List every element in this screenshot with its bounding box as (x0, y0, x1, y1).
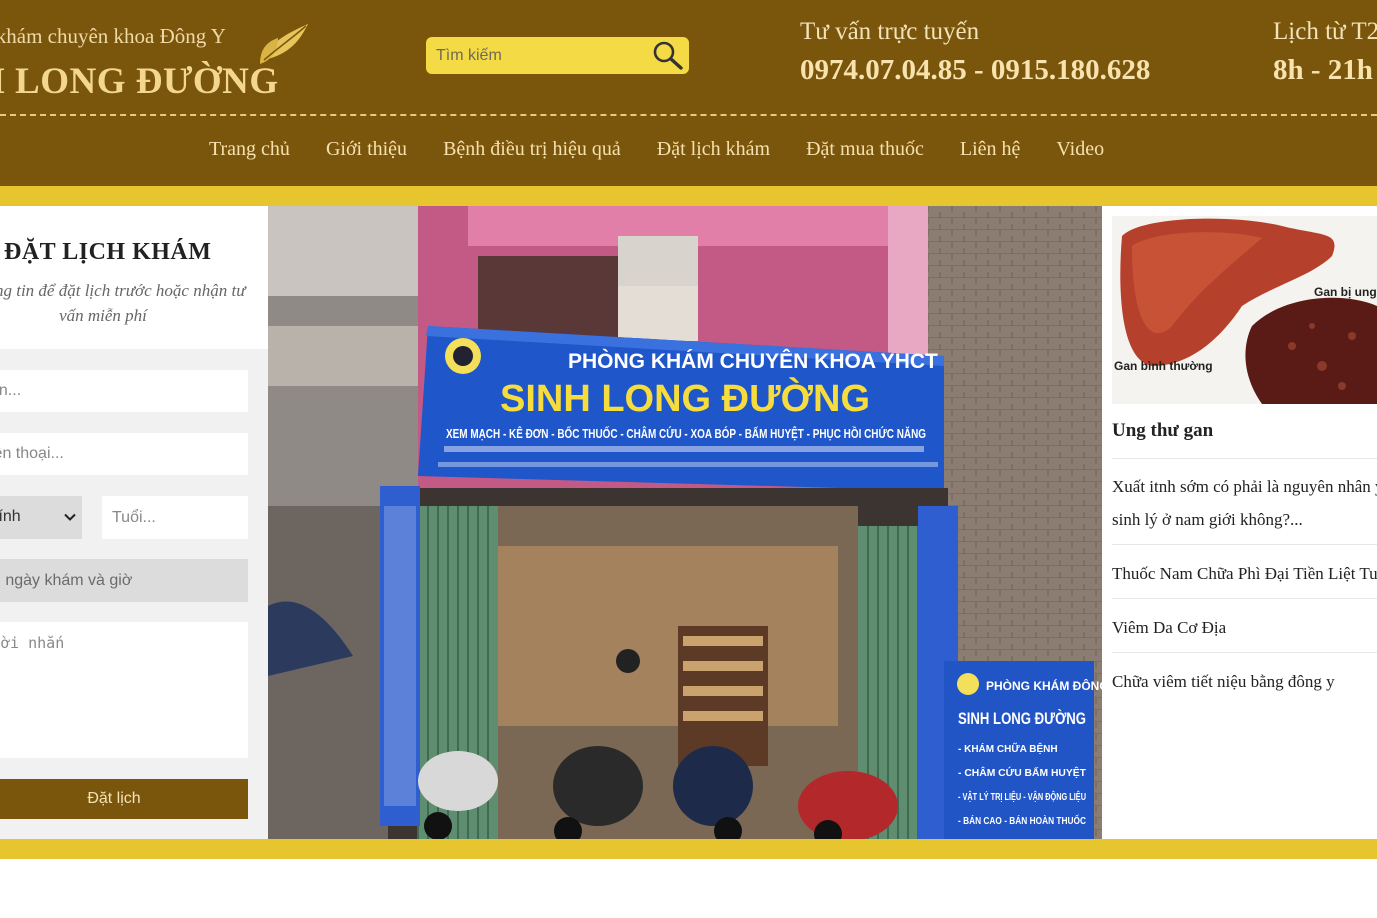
nav-item-buy-medicine[interactable]: Đặt mua thuốc (806, 138, 924, 161)
gold-band-top (0, 186, 1377, 206)
liver-cancer-image[interactable]: Gan bình thường Gan bị ung (1112, 216, 1377, 404)
clinic-photo: PHÒNG KHÁM CHUYÊN KHOA YHCT SINH LONG ĐƯ… (268, 206, 1102, 839)
side-sign-line2-text: SINH LONG ĐƯỜNG (958, 709, 1086, 728)
sidebar-link-3[interactable]: Viêm Da Cơ Địa (1112, 618, 1226, 638)
booking-title: ĐẶT LỊCH KHÁM (4, 239, 212, 265)
age-field[interactable] (102, 496, 248, 539)
sidebar-link-4[interactable]: Chữa viêm tiết niệu bằng đông y (1112, 672, 1335, 692)
nav-item-video[interactable]: Video (1056, 138, 1104, 161)
sign-line1-text: PHÒNG KHÁM CHUYÊN KHOA YHCT (568, 349, 938, 373)
gold-band-bottom (0, 839, 1377, 859)
hours-block: Lịch từ T2 8h - 21h (1273, 18, 1377, 87)
sidebar-link-1[interactable]: Xuất itnh sớm có phải là nguyên nhân y (1112, 477, 1377, 497)
hours-title: Lịch từ T2 (1273, 18, 1377, 45)
datetime-field-label: n ngày khám và giờ (0, 572, 133, 589)
side-sign-item-1: - KHÁM CHỮA BỆNH (958, 742, 1058, 755)
nav-item-home[interactable]: Trang chủ (209, 138, 290, 161)
side-sign-item-2: - CHÂM CỨU BẤM HUYỆT (958, 766, 1086, 779)
hotline-block: Tư vấn trực tuyến 0974.07.04.85 - 0915.1… (800, 18, 1150, 87)
booking-form: ĐẶT LỊCH KHÁM n thông tin để đặt lịch tr… (0, 206, 268, 839)
booking-form-header: ĐẶT LỊCH KHÁM n thông tin để đặt lịch tr… (0, 206, 268, 349)
header-divider (0, 114, 1377, 116)
liver-illustration: Gan bình thường Gan bị ung (1112, 216, 1377, 404)
hotline-numbers[interactable]: 0974.07.04.85 - 0915.180.628 (800, 54, 1150, 87)
site-logo[interactable]: g khám chuyên khoa Đông Y H LONG ĐƯỜNG (0, 14, 320, 102)
phone-field[interactable] (0, 433, 248, 475)
main-nav: Trang chủ Giới thiệu Bệnh điều trị hiệu qu… (209, 138, 1140, 168)
side-sign-line1-text: PHÒNG KHÁM ĐÔNG Y (986, 678, 1102, 693)
sidebar-link-2[interactable]: Thuốc Nam Chữa Phì Đại Tiền Liệt Tu (1112, 564, 1377, 584)
side-sign-item-4: - BÁN CAO - BÁN HOÀN THUỐC (958, 813, 1086, 827)
search-input[interactable] (436, 45, 646, 67)
sidebar: Gan bình thường Gan bị ung Ung thư gan X… (1102, 206, 1377, 839)
submit-booking-button[interactable]: Đặt lịch (0, 779, 248, 819)
sidebar-link-1-cont[interactable]: sinh lý ở nam giới không?... (1112, 510, 1303, 530)
sidebar-divider (1112, 458, 1377, 459)
search-box (426, 37, 689, 74)
gender-select-value: i tính (0, 508, 21, 525)
sign-line2-text: SINH LONG ĐƯỜNG (500, 376, 870, 420)
sidebar-divider (1112, 598, 1377, 599)
gender-select[interactable]: i tính (0, 496, 82, 539)
logo-name: H LONG ĐƯỜNG (0, 61, 279, 102)
nav-item-treatments[interactable]: Bệnh điều trị hiệu quả (443, 138, 621, 161)
chevron-down-icon (64, 513, 76, 521)
nav-item-booking[interactable]: Đặt lịch khám (657, 138, 770, 161)
site-header: g khám chuyên khoa Đông Y H LONG ĐƯỜNG T… (0, 0, 1377, 186)
logo-tagline: g khám chuyên khoa Đông Y (0, 24, 226, 48)
name-field[interactable] (0, 370, 248, 412)
nav-item-contact[interactable]: Liên hệ (960, 138, 1021, 161)
nav-item-about[interactable]: Giới thiệu (326, 138, 407, 161)
sidebar-divider (1112, 544, 1377, 545)
hotline-title: Tư vấn trực tuyến (800, 18, 980, 45)
datetime-field[interactable]: n ngày khám và giờ (0, 559, 248, 602)
sign-line3-text: XEM MẠCH - KÊ ĐƠN - BỐC THUỐC - CHÂM CỨU… (446, 426, 926, 441)
booking-description: n thông tin để đặt lịch trước hoặc nhận … (0, 281, 246, 325)
search-icon[interactable] (652, 40, 684, 70)
message-field[interactable] (0, 622, 248, 758)
featured-post-title[interactable]: Ung thư gan (1112, 420, 1213, 442)
hours-time: 8h - 21h (1273, 54, 1373, 86)
clinic-photo-drawing: PHÒNG KHÁM CHUYÊN KHOA YHCT SINH LONG ĐƯ… (268, 206, 1102, 839)
sidebar-divider (1112, 652, 1377, 653)
label-normal-liver: Gan bình thường (1114, 359, 1213, 373)
label-sick-liver: Gan bị ung (1314, 285, 1377, 299)
side-sign-item-3: - VẬT LÝ TRỊ LIỆU - VẬN ĐỘNG LIỆU (958, 790, 1086, 803)
leaf-icon (260, 24, 308, 64)
